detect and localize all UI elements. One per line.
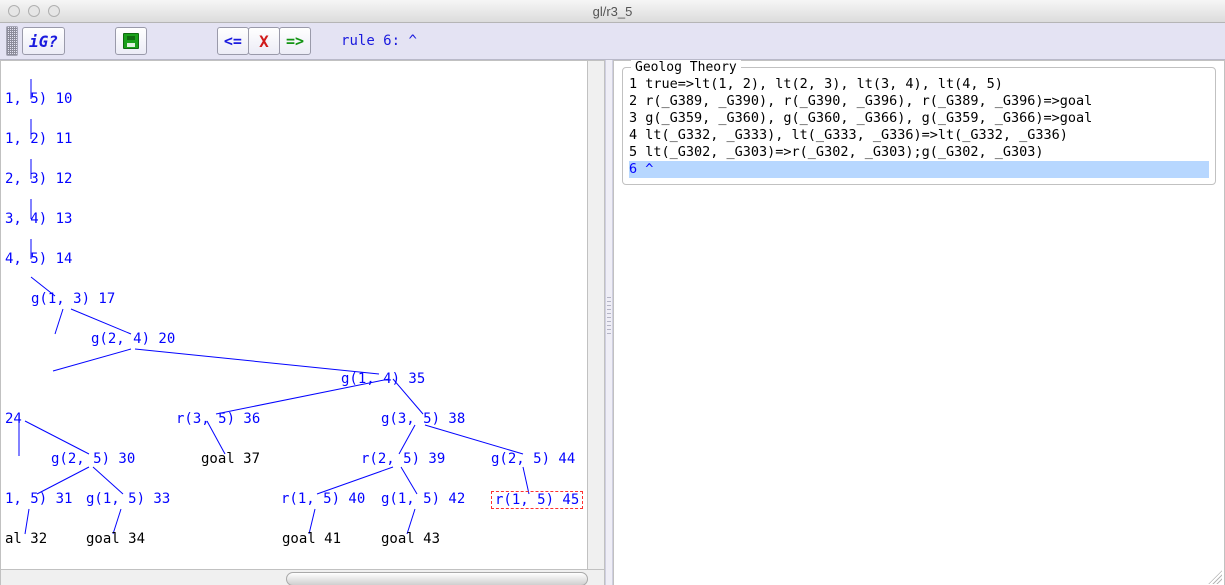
resize-grip-icon[interactable] xyxy=(1208,570,1222,584)
tree-node[interactable]: g(2, 5) 30 xyxy=(51,451,135,467)
tree-node[interactable]: g(2, 4) 20 xyxy=(91,331,175,347)
tree-node[interactable]: r(3, 5) 36 xyxy=(176,411,260,427)
toolbar: iG? <= X => rule 6: ^ xyxy=(0,23,1225,60)
theory-legend: Geolog Theory xyxy=(631,60,741,75)
tree-node[interactable]: goal 37 xyxy=(201,451,260,467)
tree-node[interactable]: g(1, 5) 42 xyxy=(381,491,465,507)
window-title: gl/r3_5 xyxy=(0,4,1225,19)
tree-node[interactable]: al 32 xyxy=(5,531,47,547)
save-button[interactable] xyxy=(115,27,147,55)
next-rule-button[interactable]: => xyxy=(279,27,311,55)
tree-node[interactable]: 24 xyxy=(5,411,22,427)
help-button[interactable]: iG? xyxy=(22,27,65,55)
tree-node[interactable]: r(2, 5) 39 xyxy=(361,451,445,467)
tree-node[interactable]: goal 41 xyxy=(282,531,341,547)
help-button-label: iG? xyxy=(29,32,58,51)
minimize-window-icon[interactable] xyxy=(28,5,40,17)
theory-line[interactable]: 1 true=>lt(1, 2), lt(2, 3), lt(3, 4), lt… xyxy=(629,76,1209,93)
zoom-window-icon[interactable] xyxy=(48,5,60,17)
tree-node[interactable]: g(1, 4) 35 xyxy=(341,371,425,387)
workspace: 1, 5) 10 1, 2) 11 2, 3) 12 3, 4) 13 4, 5) 14… xyxy=(0,60,1225,585)
tree-node[interactable]: 1, 2) 11 xyxy=(5,131,72,147)
tree-node[interactable]: g(3, 5) 38 xyxy=(381,411,465,427)
theory-line[interactable]: 4 lt(_G332, _G333), lt(_G333, _G336)=>lt… xyxy=(629,127,1209,144)
horizontal-scroll-thumb[interactable] xyxy=(286,572,588,585)
tree-node[interactable]: 1, 5) 31 xyxy=(5,491,72,507)
floppy-disk-icon xyxy=(123,33,139,49)
traffic-lights xyxy=(8,5,60,17)
prev-rule-button[interactable]: <= xyxy=(217,27,249,55)
tree-node[interactable]: 3, 4) 13 xyxy=(5,211,72,227)
tree-node[interactable]: r(1, 5) 40 xyxy=(281,491,365,507)
tree-node[interactable]: 1, 5) 10 xyxy=(5,91,72,107)
tree-node[interactable]: r(1, 5) 45 xyxy=(491,491,583,509)
tree-node[interactable]: g(1, 3) 17 xyxy=(31,291,115,307)
theory-box: Geolog Theory 1 true=>lt(1, 2), lt(2, 3)… xyxy=(622,67,1216,185)
theory-line[interactable]: 3 g(_G359, _G360), g(_G360, _G366), g(_G… xyxy=(629,110,1209,127)
close-rule-button[interactable]: X xyxy=(248,27,280,55)
pane-divider[interactable] xyxy=(605,60,613,585)
toolbar-grip-icon xyxy=(6,26,18,56)
current-rule-text: rule 6: ^ xyxy=(341,33,417,49)
close-window-icon[interactable] xyxy=(8,5,20,17)
tree-node[interactable]: 4, 5) 14 xyxy=(5,251,72,267)
prev-rule-label: <= xyxy=(224,32,242,50)
tree-node[interactable]: g(2, 5) 44 xyxy=(491,451,575,467)
tree-node[interactable]: g(1, 5) 33 xyxy=(86,491,170,507)
titlebar: gl/r3_5 xyxy=(0,0,1225,23)
horizontal-scrollbar[interactable] xyxy=(1,569,604,585)
close-rule-label: X xyxy=(259,32,269,51)
theory-lines[interactable]: 1 true=>lt(1, 2), lt(2, 3), lt(3, 4), lt… xyxy=(623,68,1215,184)
tree-node[interactable]: 2, 3) 12 xyxy=(5,171,72,187)
tree-node[interactable]: goal 34 xyxy=(86,531,145,547)
theory-pane: Geolog Theory 1 true=>lt(1, 2), lt(2, 3)… xyxy=(613,60,1225,585)
theory-line[interactable]: 5 lt(_G302, _G303)=>r(_G302, _G303);g(_G… xyxy=(629,144,1209,161)
proof-tree-pane[interactable]: 1, 5) 10 1, 2) 11 2, 3) 12 3, 4) 13 4, 5) 14… xyxy=(0,60,605,585)
theory-line[interactable]: 2 r(_G389, _G390), r(_G390, _G396), r(_G… xyxy=(629,93,1209,110)
theory-line[interactable]: 6 ^ xyxy=(629,161,1209,178)
tree-node[interactable]: goal 43 xyxy=(381,531,440,547)
vertical-scrollbar[interactable] xyxy=(587,61,604,570)
next-rule-label: => xyxy=(286,32,304,50)
